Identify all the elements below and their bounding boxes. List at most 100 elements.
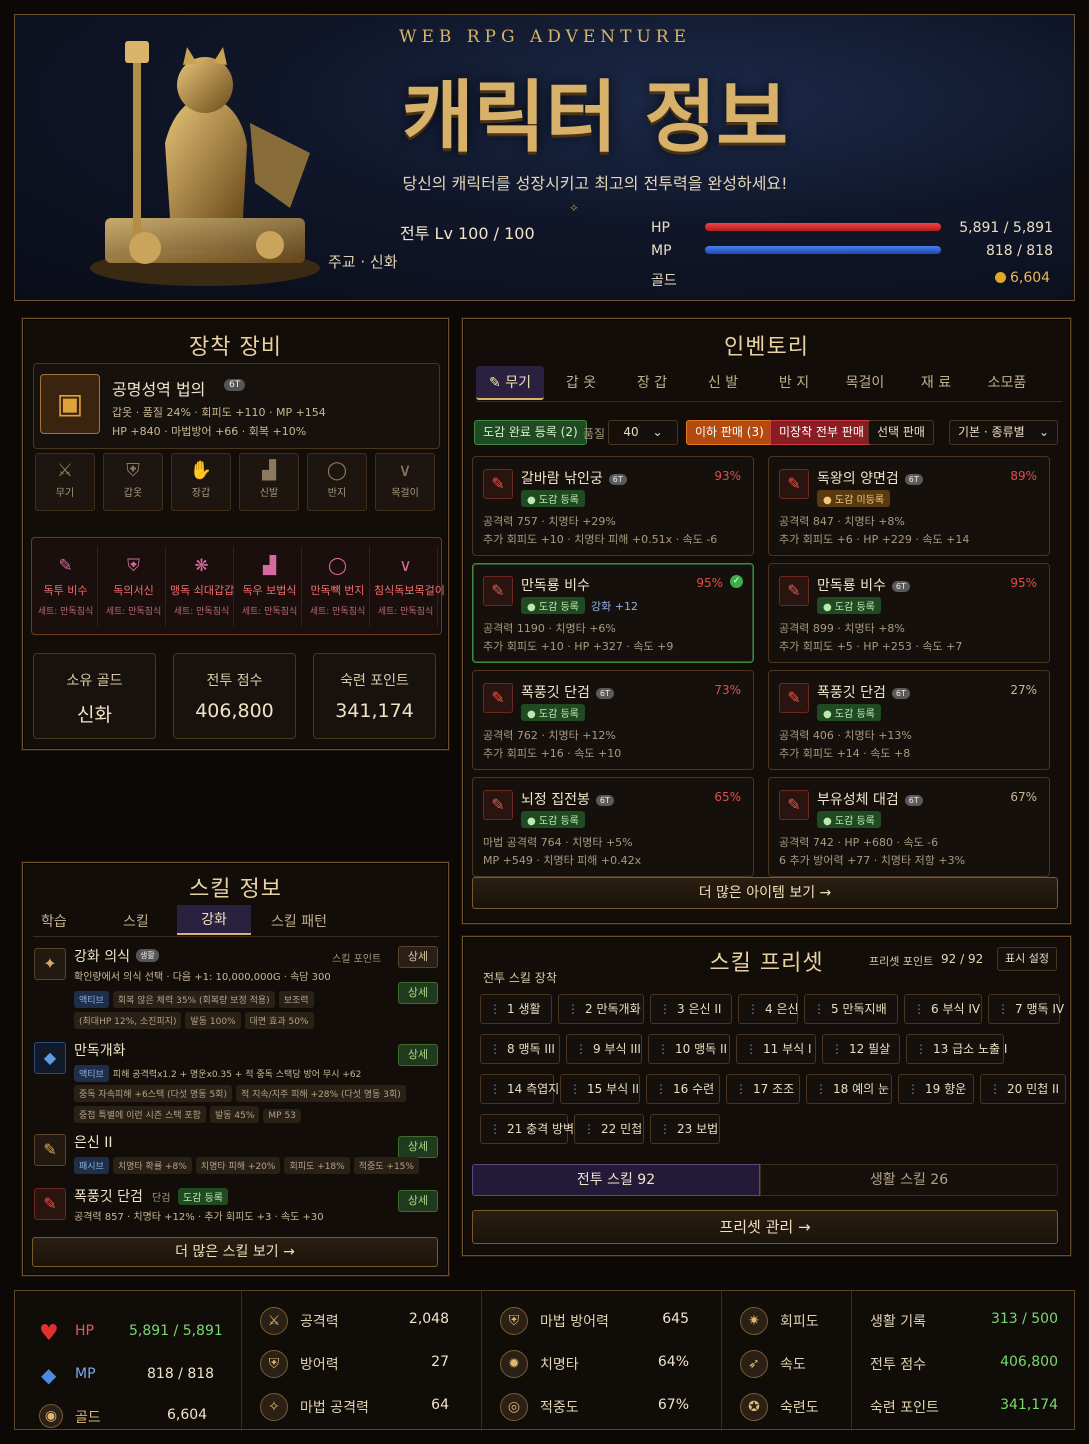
skill-row-poison-bloom[interactable]: ◆ 만독개화 상세 액티브 피해 공격력x1.2 + 명운x0.35 + 적 중독…: [32, 1040, 438, 1123]
preset-skill-slot[interactable]: 22 민첩: [574, 1114, 644, 1144]
detail-button[interactable]: 상세: [398, 982, 438, 1004]
equipment-panel: 장착 장비 ▣ 공명성역 법의 6T 갑옷 · 품질 24% · 회피도 +11…: [22, 318, 449, 750]
more-skills-button[interactable]: 더 많은 스킬 보기 →: [32, 1237, 438, 1267]
skill-row-storm-dagger[interactable]: ✎ 폭풍깃 단검 단검 도감 등록 상세 공격력 857 · 치명타 +12% …: [32, 1186, 438, 1226]
slot-gauntlet[interactable]: ✋ 장갑: [171, 453, 231, 511]
inventory-item[interactable]: ✎ 폭풍깃 단검 6T ● 도감 등록 73% 공격력 762 · 치명타 +12% 추가 …: [472, 670, 754, 770]
tab-4[interactable]: 신 발: [689, 366, 757, 400]
inventory-item[interactable]: ✎ 만독룡 비수 6T ● 도감 등록 95% 공격력 899 · 치명타 +8% 추가 회…: [768, 563, 1050, 663]
set-item[interactable]: ⛨ 독의서신 세트: 만독침식: [102, 546, 166, 626]
set-item[interactable]: ◯ 만독빽 번지 세트: 만독침식: [306, 546, 370, 626]
dagger-icon: ✎: [34, 1134, 66, 1166]
gold-label: 골드: [651, 273, 677, 289]
inventory-item[interactable]: ✎ 부유성체 대검 6T ● 도감 등록 67% 공격력 742 · HP +680 · …: [768, 777, 1050, 877]
sort-select[interactable]: 기본 · 종류별 ⌄: [949, 420, 1058, 445]
detail-button[interactable]: 상세: [398, 1044, 438, 1066]
tab-pattern[interactable]: 스킬 패턴: [271, 911, 327, 931]
item-name: 폭풍깃 단검 6T: [521, 682, 614, 702]
tab-7[interactable]: 재 료: [902, 366, 970, 400]
check-icon: ✓: [730, 575, 743, 588]
crystal-icon: ◆: [34, 1042, 66, 1074]
set-item[interactable]: ✎ 독투 비수 세트: 만독침식: [34, 546, 98, 626]
set-item[interactable]: ∨ 침식독보목걸이 세트: 만독침식: [374, 546, 445, 626]
set-item[interactable]: ▟ 독우 보법식 세트: 만독침식: [238, 546, 302, 626]
tab-life-skill[interactable]: 생활 스킬 26: [760, 1164, 1058, 1196]
detail-button[interactable]: 상세: [398, 946, 438, 968]
chevron-down-icon: ⌄: [652, 425, 663, 439]
quality-select[interactable]: 40 ⌄: [608, 420, 678, 445]
inventory-item[interactable]: ✎ 폭풍깃 단검 6T ● 도감 등록 27% 공격력 406 · 치명타 +13% 추가 …: [768, 670, 1050, 770]
subtitle-top: WEB RPG ADVENTURE: [398, 27, 692, 47]
preset-skill-slot[interactable]: 21 충격 방벽: [480, 1114, 574, 1144]
preset-skill-slot[interactable]: 15 부식 II: [560, 1074, 640, 1104]
preset-skill-slot[interactable]: 10 맹독 II: [648, 1034, 730, 1064]
slot-sword[interactable]: ⚔ 무기: [35, 453, 95, 511]
preset-manage-button[interactable]: 프리셋 관리 →: [472, 1210, 1058, 1244]
preset-skill-slot[interactable]: 17 조조: [726, 1074, 800, 1104]
preset-skill-slot[interactable]: 20 민첩 II: [980, 1074, 1066, 1104]
inventory-item[interactable]: ✎ 갈바람 낚인궁 6T ● 도감 등록 93% 공격력 757 · 치명타 +29% 추가…: [472, 456, 754, 556]
preset-skill-slot[interactable]: 7 맹독 IV: [988, 994, 1064, 1024]
preset-skill-slot[interactable]: 6 부식 IV: [904, 994, 982, 1024]
display-settings-button[interactable]: 표시 설정: [997, 947, 1057, 971]
tier-badge: 6T: [904, 794, 923, 806]
tab-2[interactable]: 갑 옷: [547, 366, 615, 400]
preset-skill-slot[interactable]: 13 급소 노출 I: [906, 1034, 1007, 1064]
item-name: 만독룡 비수 6T: [817, 575, 910, 595]
tab-6[interactable]: 목걸이: [831, 366, 899, 400]
inventory-item[interactable]: ✎ 독왕의 양면검 6T ● 도감 미등록 89% 공격력 847 · 치명타 +8% 추가…: [768, 456, 1050, 556]
preset-skill-slot[interactable]: 1 생활: [480, 994, 552, 1024]
sell-low-button[interactable]: 이하 판매 (3): [686, 420, 773, 445]
preset-skill-slot[interactable]: 3 은신 II: [650, 994, 732, 1024]
tab-learn[interactable]: 학습: [41, 911, 67, 931]
set-item[interactable]: ❋ 맹독 쇠대갑갑 세트: 만독침식: [170, 546, 234, 626]
skill-row-stealth[interactable]: ✎ 은신 II 상세 패시브 치명타 확률 +8% 치명타 피해 +20% 회피도 +…: [32, 1132, 438, 1176]
preset-skill-slot[interactable]: 16 수련: [646, 1074, 720, 1104]
item-stat-line: 공격력 1190 · 치명타 +6%: [483, 622, 616, 635]
preset-skill-slot[interactable]: 5 만독지배: [804, 994, 898, 1024]
ornament-icon: ⟡: [570, 200, 578, 214]
item-quality: 67%: [1010, 790, 1037, 804]
more-items-button[interactable]: 더 많은 아이템 보기 →: [472, 877, 1058, 909]
sell-selected-button[interactable]: 선택 판매: [868, 420, 934, 445]
preset-skill-slot[interactable]: 11 부식 I: [736, 1034, 816, 1064]
preset-skill-slot[interactable]: 2 만독개화: [558, 994, 644, 1024]
preset-skill-slot[interactable]: 12 필살: [822, 1034, 900, 1064]
tab-5[interactable]: 반 지: [760, 366, 828, 400]
equipped-item-card[interactable]: ▣ 공명성역 법의 6T 갑옷 · 품질 24% · 회피도 +110 · MP…: [33, 363, 440, 449]
slot-label: 신발: [259, 488, 279, 499]
equip-slots: ⚔ 무기 ⛨ 갑옷 ✋ 장갑 ▟ 신발 ◯ 반지 ∨ 목걸이: [35, 453, 440, 515]
skill-desc: 공격력 857 · 치명타 +12% · 추가 회피도 +3 · 속도 +30: [74, 1212, 324, 1223]
set-item-name: 독우 보법식: [242, 584, 297, 597]
preset-skill-slot[interactable]: 4 은신: [738, 994, 799, 1024]
slot-shield[interactable]: ⛨ 갑옷: [103, 453, 163, 511]
tab-skill[interactable]: 스킬: [123, 911, 149, 931]
preset-skill-slot[interactable]: 23 보법: [650, 1114, 720, 1144]
crit-icon: ✹: [500, 1350, 528, 1378]
skill-row-enhance-ritual[interactable]: ✦ 강화 의식 생활 스킬 포인트 상세 확인량에서 의식 선택 · 다음 +1…: [32, 946, 438, 1030]
set-item-name: 독의서신: [113, 584, 154, 597]
slot-boot[interactable]: ▟ 신발: [239, 453, 299, 511]
skill-pills: 중첩 특별에 이런 시즌 스택 포함 발동 45% MP 53: [74, 1103, 305, 1123]
preset-skill-slot[interactable]: 9 부식 III: [566, 1034, 642, 1064]
dodge-icon: ✷: [740, 1307, 768, 1335]
tab-battle-skill[interactable]: 전투 스킬 92: [472, 1164, 760, 1196]
tab-enhance[interactable]: 강화: [177, 905, 251, 935]
inventory-item[interactable]: ✎ 만독룡 비수 ● 도감 등록 강화 +12 95% ✓ 공격력 1190 · 치명타 +…: [472, 563, 754, 663]
tab-8[interactable]: 소모품: [973, 366, 1041, 400]
preset-skill-slot[interactable]: 18 예의 눈: [806, 1074, 892, 1104]
skill-title: 스킬 정보: [189, 877, 282, 902]
sell-unequipped-button[interactable]: 미장착 전부 판매: [770, 420, 873, 445]
inventory-title: 인벤토리: [724, 335, 809, 360]
slot-ring[interactable]: ◯ 반지: [307, 453, 367, 511]
preset-skill-slot[interactable]: 8 맹독 III: [480, 1034, 560, 1064]
preset-skill-slot[interactable]: 19 향운: [898, 1074, 974, 1104]
register-button[interactable]: 도감 완료 등록 (2): [474, 420, 587, 445]
inventory-item[interactable]: ✎ 뇌정 집전봉 6T ● 도감 등록 65% 마법 공격력 764 · 치명타 +5% M…: [472, 777, 754, 877]
detail-button[interactable]: 상세: [398, 1190, 438, 1212]
tab-1[interactable]: ✎ 무기: [476, 366, 544, 400]
preset-skill-slot[interactable]: 14 측엽지배: [480, 1074, 570, 1104]
mp-value: 818 / 818: [985, 243, 1053, 259]
tab-3[interactable]: 장 갑: [618, 366, 686, 400]
slot-necklace[interactable]: ∨ 목걸이: [375, 453, 435, 511]
